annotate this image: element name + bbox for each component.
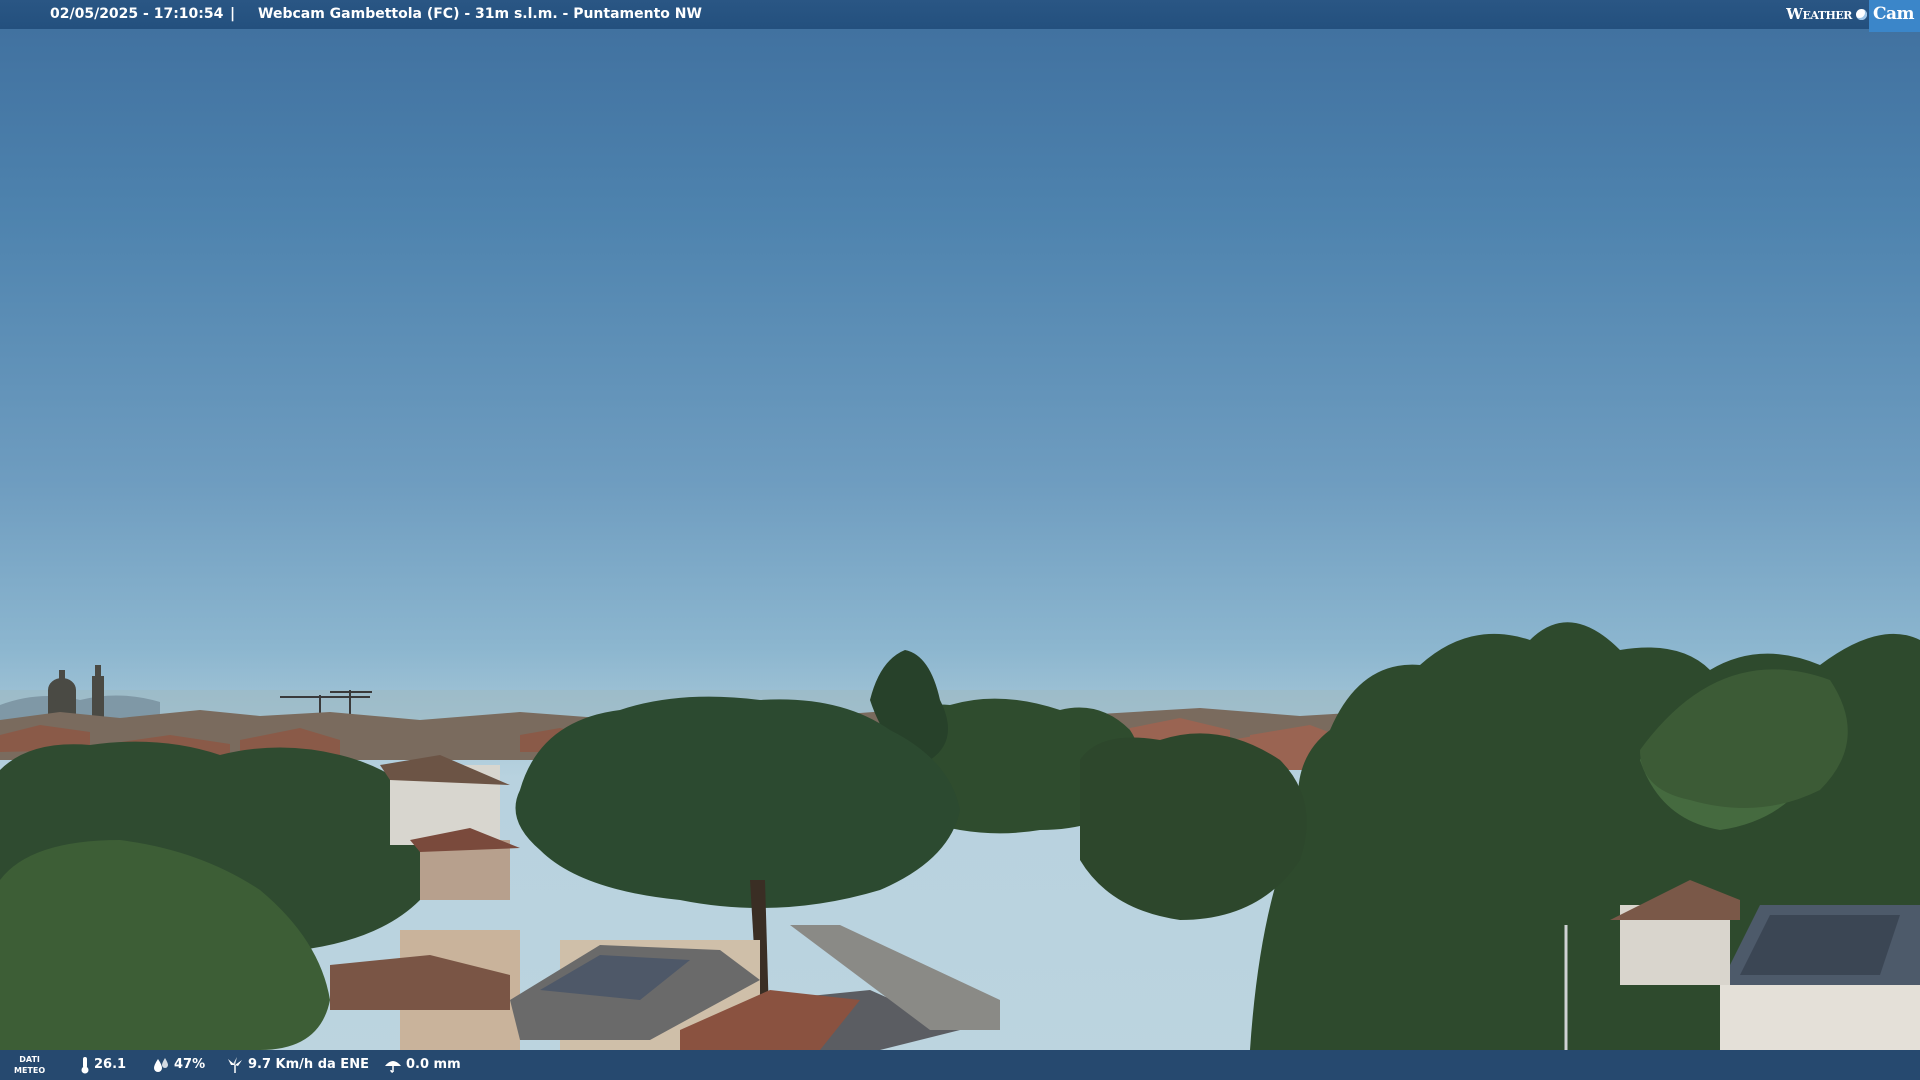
brand-dot-icon (1855, 9, 1867, 20)
brand-weather-text: Weather (1786, 5, 1852, 23)
weathercam-logo[interactable]: Weather Cam (1786, 0, 1920, 32)
humidity-icon (154, 1058, 168, 1072)
rain-item: 0.0 mm (384, 1050, 461, 1080)
datetime-text: 02/05/2025 - 17:10:54 (50, 6, 224, 22)
brand-cam-text: Cam (1868, 0, 1920, 32)
weather-data-bar: DATI METEO 26.1 47% 9.7 Km/h da ENE 0.0 … (0, 1050, 1920, 1080)
thermometer-icon (81, 1057, 89, 1074)
temperature-value: 26.1 (94, 1057, 127, 1072)
rain-icon (385, 1061, 401, 1073)
dati-label-line1: DATI (19, 1055, 40, 1064)
humidity-item: 47% (152, 1050, 205, 1080)
trees-middle (1080, 733, 1307, 920)
church (48, 665, 104, 720)
humidity-value: 47% (174, 1057, 206, 1072)
dati-meteo-label: DATI METEO (14, 1054, 45, 1076)
webcam-title: Webcam Gambettola (FC) - 31m s.l.m. - Pu… (258, 6, 702, 22)
landscape-scene (0, 622, 1920, 1050)
header-bar: 02/05/2025 - 17:10:54 | Webcam Gambettol… (0, 0, 1920, 32)
wind-icon (228, 1057, 242, 1073)
header-separator: | (230, 6, 236, 22)
wind-item: 9.7 Km/h da ENE (226, 1050, 369, 1080)
temperature-item: 26.1 (80, 1050, 126, 1080)
rain-value: 0.0 mm (406, 1057, 461, 1072)
wind-value: 9.7 Km/h da ENE (248, 1057, 369, 1072)
webcam-image: 02/05/2025 - 17:10:54 | Webcam Gambettol… (0, 0, 1920, 1080)
dati-label-line2: METEO (14, 1066, 46, 1075)
